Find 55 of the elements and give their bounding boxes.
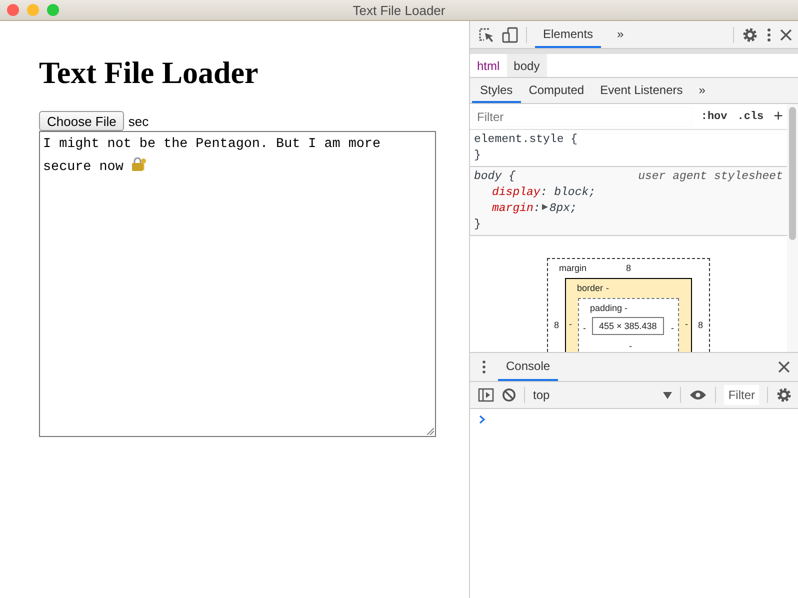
styles-pane-tab[interactable]: Event Listeners xyxy=(592,78,691,103)
settings-icon[interactable] xyxy=(742,26,758,42)
content-size: 455 × 385.438 xyxy=(592,317,664,335)
css-selector: body { xyxy=(474,169,516,185)
border-value: - xyxy=(569,319,572,329)
close-icon[interactable] xyxy=(778,361,790,373)
margin-value: 8 xyxy=(554,320,560,330)
filter-toolbar-button[interactable]: + xyxy=(774,108,783,126)
padding-value: - xyxy=(671,323,674,333)
inspect-element-icon[interactable] xyxy=(478,26,494,42)
choose-file-button[interactable]: Choose File xyxy=(39,111,124,131)
console-filter-field[interactable]: Filter xyxy=(724,385,759,405)
prompt-chevron-icon[interactable] xyxy=(479,415,485,424)
margin-value: 8 xyxy=(626,263,632,273)
clear-console-icon[interactable] xyxy=(502,388,516,402)
window-title: Text File Loader xyxy=(352,2,446,18)
border-value: - xyxy=(606,283,609,293)
border-value: - xyxy=(685,319,688,329)
styles-pane-tab[interactable]: Computed xyxy=(520,78,592,103)
css-declaration: display: block; xyxy=(491,185,597,201)
styles-pane-tab[interactable]: » xyxy=(690,78,714,103)
margin-value: 8 xyxy=(698,320,703,330)
padding-value: - xyxy=(629,341,632,351)
stylesheet-source: user agent stylesheet xyxy=(638,169,783,185)
settings-icon[interactable] xyxy=(776,387,792,403)
margin-label: margin xyxy=(559,263,587,273)
sidebar-toggle-icon[interactable] xyxy=(478,388,494,402)
breadcrumb-item[interactable]: body xyxy=(506,54,547,77)
more-tabs-tab[interactable]: » xyxy=(609,21,632,48)
padding-label: padding - xyxy=(590,303,628,313)
expand-triangle-icon[interactable] xyxy=(540,203,550,211)
filter-toolbar-button[interactable]: .cls xyxy=(737,110,764,122)
closing-brace: } xyxy=(474,217,481,233)
more-options-icon[interactable] xyxy=(482,360,486,374)
text-area[interactable]: I might not be the Pentagon. But I am more secure now xyxy=(39,131,436,437)
page-heading: Text File Loader xyxy=(39,55,258,91)
filter-toolbar-button[interactable]: :hov xyxy=(700,110,728,122)
padding-value: - xyxy=(583,323,586,333)
border-label: border xyxy=(577,283,604,293)
css-selector: element.style { xyxy=(474,132,578,148)
file-name: sec xyxy=(128,114,149,128)
closing-brace: } xyxy=(474,148,481,164)
styles-pane-tab[interactable]: Styles xyxy=(472,78,521,103)
styles-filter-field[interactable]: Filter xyxy=(473,108,691,126)
lock-with-key-icon xyxy=(131,156,148,172)
scrollbar-thumb[interactable] xyxy=(789,107,796,240)
breadcrumb-item[interactable]: html xyxy=(470,54,507,77)
eye-icon[interactable] xyxy=(689,389,708,401)
dropdown-caret-icon xyxy=(663,392,672,398)
more-options-icon[interactable] xyxy=(766,26,772,42)
device-toolbar-icon[interactable] xyxy=(502,26,518,42)
resize-grip-icon[interactable] xyxy=(427,428,434,435)
css-declaration: margin: 8px; xyxy=(491,201,578,217)
close-icon[interactable] xyxy=(780,28,792,40)
context-dropdown[interactable]: top xyxy=(533,388,672,402)
